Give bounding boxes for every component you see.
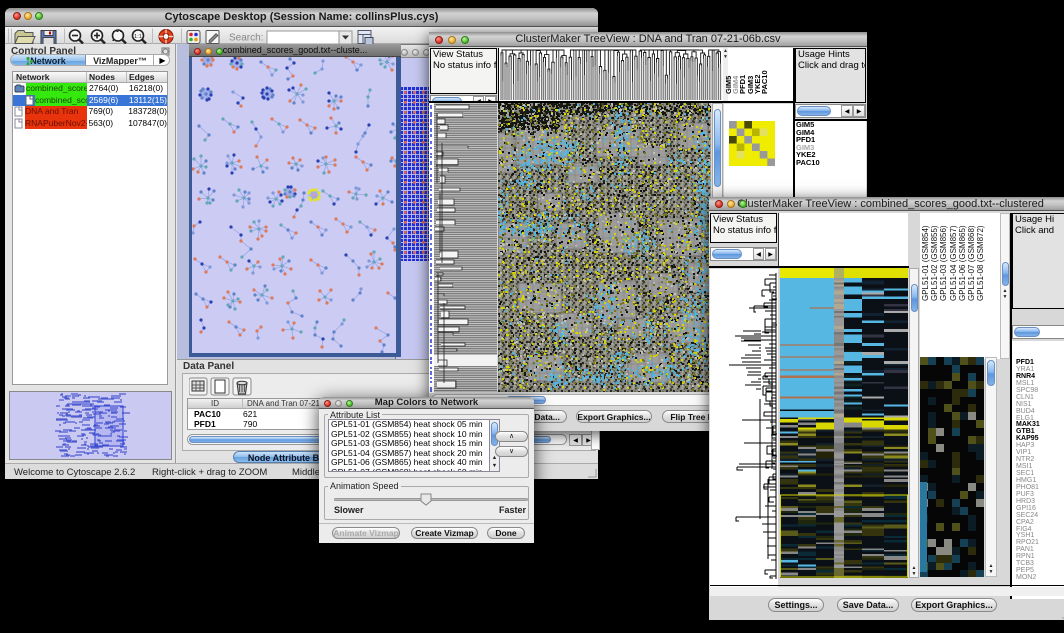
svg-text:1:1: 1:1 [134,34,142,40]
svg-text:Search:: Search: [229,33,263,44]
